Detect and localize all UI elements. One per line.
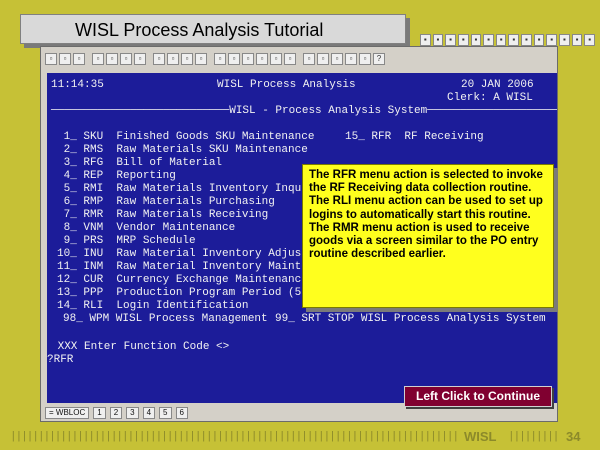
terminal-time: 11:14:35 [51, 79, 104, 91]
menu-item-rmp[interactable]: 6_ RMP Raw Materials Purchasing [57, 196, 275, 209]
status-item[interactable]: 5 [159, 407, 172, 419]
toolbar-icon[interactable]: ▫ [256, 53, 268, 65]
print-icon[interactable]: ▫ [92, 53, 104, 65]
copy-icon[interactable]: ▫ [120, 53, 132, 65]
toolbar-icon[interactable]: ▪ [470, 34, 482, 46]
menu-item-inu[interactable]: 10_ INU Raw Material Inventory Adjustmen… [57, 248, 334, 261]
menu-item-srt[interactable]: 99_ SRT STOP WISL Process Analysis Syste… [275, 313, 546, 326]
toolbar-icon[interactable]: ▪ [420, 34, 431, 46]
toolbar-icon[interactable]: ▫ [167, 53, 179, 65]
function-code-prompt: XXX Enter Function Code <> [51, 341, 230, 353]
menu-item-ppp[interactable]: 13_ PPP Production Program Period (5 or … [57, 287, 334, 300]
new-icon[interactable]: ▫ [45, 53, 57, 65]
toolbar-icon[interactable]: ▫ [359, 53, 371, 65]
toolbar-icon[interactable]: ▫ [284, 53, 296, 65]
status-item[interactable]: 3 [126, 407, 139, 419]
menu-item-rfr[interactable]: 15_ RFR RF Receiving [345, 131, 484, 144]
toolbar-icon[interactable]: ▫ [153, 53, 165, 65]
menu-item-inm[interactable]: 11_ INM Raw Material Inventory Maintenan… [57, 261, 341, 274]
toolbar-icon[interactable]: ▪ [508, 34, 520, 46]
toolbar-icon[interactable]: ▪ [445, 34, 456, 46]
toolbar-icon[interactable]: ▫ [331, 53, 343, 65]
status-bar: = WBLOC 1 2 3 4 5 6 [45, 407, 551, 419]
menu-item-rfg[interactable]: 3_ RFG Bill of Material [57, 157, 222, 170]
footer-decoration-left: ||||||||||||||||||||||||||||||||||||||||… [10, 431, 458, 443]
toolbar-icon[interactable]: ▫ [242, 53, 254, 65]
toolbar-icon[interactable]: ▪ [521, 34, 532, 46]
toolbar-icon[interactable]: ▫ [214, 53, 226, 65]
status-item[interactable]: 1 [93, 407, 106, 419]
toolbar-icon[interactable]: ▫ [345, 53, 357, 65]
top-toolbar: ▪ ▪ ▪ ▪ ▪ ▪ ▪ ▪ ▪ ▪ ▪ ▪ ▪ ▪ [420, 34, 595, 46]
toolbar-icon[interactable]: ▪ [559, 34, 570, 46]
terminal-app-title: WISL Process Analysis [217, 79, 356, 91]
toolbar-icon[interactable]: ▫ [303, 53, 315, 65]
explanation-callout: The RFR menu action is selected to invok… [302, 164, 554, 308]
help-icon[interactable]: ? [373, 53, 385, 65]
slide-title: WISL Process Analysis Tutorial [20, 14, 406, 44]
terminal-subtitle: ───────────────────────────WISL - Proces… [51, 105, 557, 117]
menu-item-rli[interactable]: 14_ RLI Login Identification [57, 300, 248, 313]
cut-icon[interactable]: ▫ [106, 53, 118, 65]
toolbar-icon[interactable]: ▪ [432, 34, 444, 46]
terminal-date: 20 JAN 2006 [461, 79, 534, 91]
toolbar-icon[interactable]: ▫ [195, 53, 207, 65]
toolbar-icon[interactable]: ▪ [483, 34, 494, 46]
toolbar-icon[interactable]: ▫ [228, 53, 240, 65]
menu-item-rmi[interactable]: 5_ RMI Raw Materials Inventory Inquiry [57, 183, 321, 196]
toolbar-icon[interactable]: ▪ [546, 34, 558, 46]
toolbar-icon[interactable]: ▫ [270, 53, 282, 65]
function-code-input[interactable]: ?RFR [47, 354, 73, 367]
menu-item-cur[interactable]: 12_ CUR Currency Exchange Maintenance [57, 274, 308, 287]
save-icon[interactable]: ▫ [73, 53, 85, 65]
toolbar-icon[interactable]: ▫ [181, 53, 193, 65]
toolbar-icon[interactable]: ▪ [495, 34, 507, 46]
menu-item-wpm[interactable]: 98_ WPM WISL Process Management [63, 313, 268, 326]
toolbar-icon[interactable]: ▪ [457, 34, 469, 46]
continue-button[interactable]: Left Click to Continue [404, 386, 552, 407]
menu-item-rep[interactable]: 4_ REP Reporting [57, 170, 176, 183]
menu-item-vnm[interactable]: 8_ VNM Vendor Maintenance [57, 222, 236, 235]
paste-icon[interactable]: ▫ [134, 53, 146, 65]
status-item[interactable]: 2 [109, 407, 123, 419]
terminal-toolbar: ▫ ▫ ▫ ▫ ▫ ▫ ▫ ▫ ▫ ▫ ▫ ▫ ▫ ▫ ▫ ▫ ▫ ▫ ▫ ▫ … [45, 53, 465, 67]
menu-item-sku[interactable]: 1_ SKU Finished Goods SKU Maintenance [57, 131, 315, 144]
footer-label: WISL [464, 429, 497, 444]
menu-item-prs[interactable]: 9_ PRS MRP Schedule [57, 235, 196, 248]
status-item[interactable]: = WBLOC [45, 407, 90, 419]
open-icon[interactable]: ▫ [59, 53, 71, 65]
status-item[interactable]: 4 [142, 407, 156, 419]
status-item[interactable]: 6 [175, 407, 188, 419]
toolbar-icon[interactable]: ▪ [584, 34, 595, 46]
menu-item-rms[interactable]: 2_ RMS Raw Materials SKU Maintenance [57, 144, 308, 157]
page-number: 34 [566, 429, 581, 444]
toolbar-icon[interactable]: ▪ [533, 34, 545, 46]
menu-item-rmr[interactable]: 7_ RMR Raw Materials Receiving [57, 209, 269, 222]
footer-decoration-right: ||||||||||||||||||||||||||||||||| [508, 431, 558, 443]
toolbar-icon[interactable]: ▪ [571, 34, 583, 46]
toolbar-icon[interactable]: ▫ [317, 53, 329, 65]
terminal-clerk: Clerk: A WISL [447, 92, 533, 104]
